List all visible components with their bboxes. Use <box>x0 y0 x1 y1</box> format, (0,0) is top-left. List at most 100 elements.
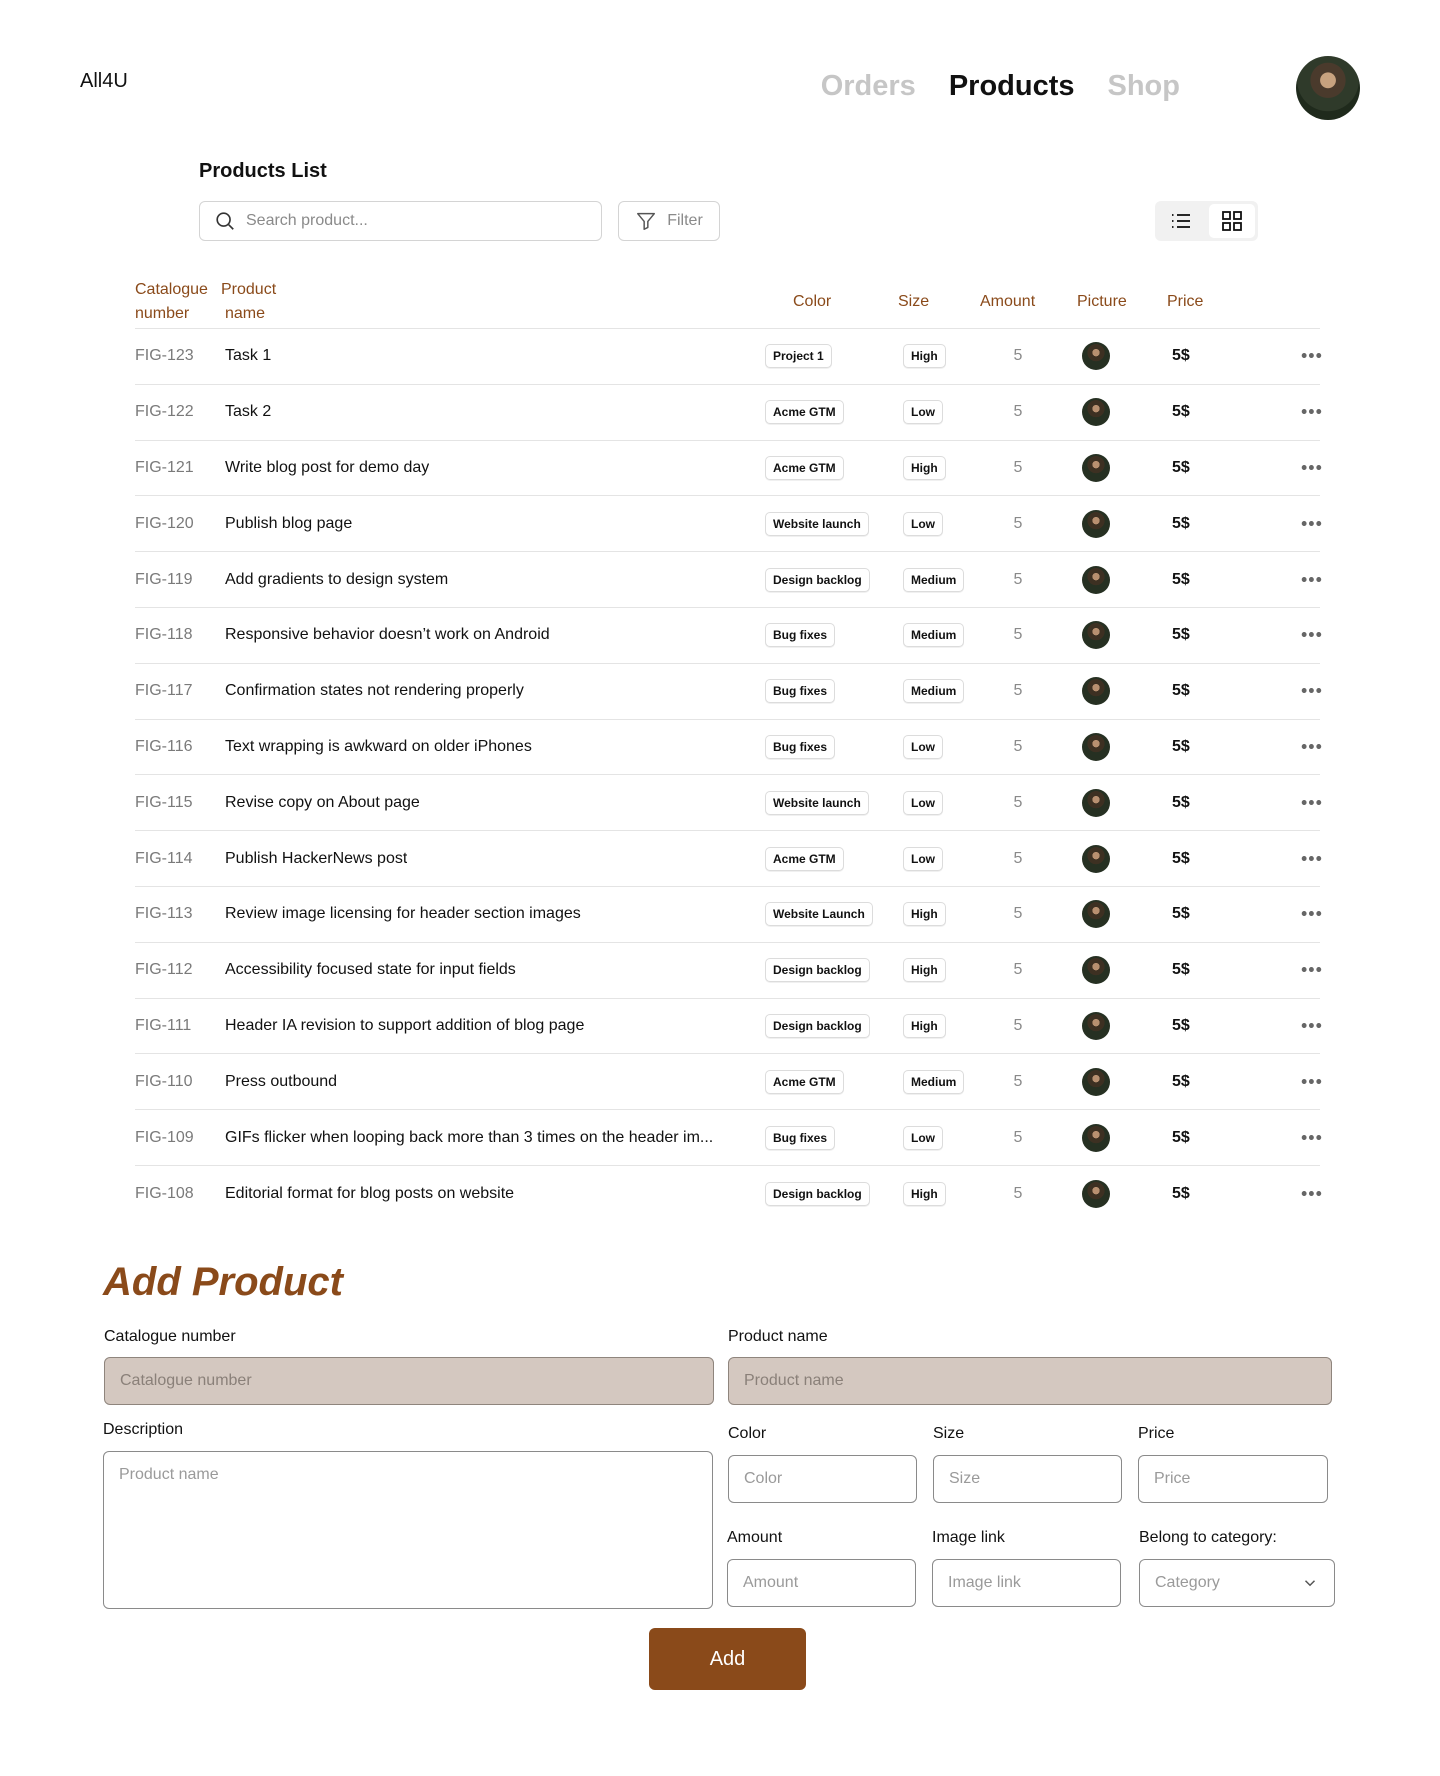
product-name: Review image licensing for header sectio… <box>225 905 581 923</box>
color-input[interactable] <box>728 1455 917 1503</box>
more-options-icon[interactable]: ••• <box>1301 1127 1323 1148</box>
more-options-icon[interactable]: ••• <box>1301 904 1323 925</box>
amount-value: 5 <box>1013 1072 1023 1090</box>
nav-shop[interactable]: Shop <box>1108 70 1181 103</box>
product-thumbnail <box>1082 788 1110 817</box>
color-badge: Acme GTM <box>765 1069 844 1094</box>
table-row[interactable]: FIG-121 Write blog post for demo day Acme … <box>135 441 1323 497</box>
table-row[interactable]: FIG-120 Publish blog page Website launch Lo… <box>135 496 1323 553</box>
size-badge: Low <box>903 790 943 815</box>
product-thumbnail <box>1082 398 1110 427</box>
list-icon <box>1172 214 1191 228</box>
product-name-input[interactable] <box>728 1357 1332 1405</box>
more-options-icon[interactable]: ••• <box>1301 346 1323 367</box>
grid-view-button[interactable] <box>1208 204 1255 238</box>
catalogue-number: FIG-119 <box>135 570 193 588</box>
search-input[interactable] <box>246 212 586 230</box>
nav-products[interactable]: Products <box>949 70 1075 103</box>
more-options-icon[interactable]: ••• <box>1301 1071 1323 1092</box>
catalogue-number: FIG-118 <box>135 626 193 644</box>
more-options-icon[interactable]: ••• <box>1301 1015 1323 1036</box>
more-options-icon[interactable]: ••• <box>1301 681 1323 702</box>
price-value: 5$ <box>1172 849 1190 867</box>
price-value: 5$ <box>1172 514 1190 532</box>
table-row[interactable]: FIG-117 Confirmation states not rendering… <box>135 664 1323 720</box>
list-view-button[interactable] <box>1158 204 1205 238</box>
chevron-down-icon <box>1304 1580 1316 1587</box>
search-box <box>199 201 602 241</box>
nav-orders[interactable]: Orders <box>821 70 916 103</box>
price-value: 5$ <box>1172 1072 1190 1090</box>
color-label: Color <box>728 1425 767 1442</box>
col-catalogue-line1: Catalogue <box>135 281 208 298</box>
table-row[interactable]: FIG-113 Review image licensing for header… <box>135 887 1323 943</box>
more-options-icon[interactable]: ••• <box>1301 792 1323 813</box>
more-options-icon[interactable]: ••• <box>1301 736 1323 757</box>
col-size: Size <box>898 293 930 310</box>
table-row[interactable]: FIG-111 Header IA revision to support add… <box>135 999 1323 1055</box>
filter-button[interactable]: Filter <box>618 201 720 241</box>
more-options-icon[interactable]: ••• <box>1301 457 1323 478</box>
table-row[interactable]: FIG-108 Editorial format for blog posts o… <box>135 1166 1323 1222</box>
table-row[interactable]: FIG-119 Add gradients to design system Des… <box>135 552 1323 608</box>
amount-value: 5 <box>1013 682 1023 700</box>
category-value: Category <box>1155 1574 1220 1591</box>
more-options-icon[interactable]: ••• <box>1301 848 1323 869</box>
size-badge: High <box>903 958 946 983</box>
description-input[interactable] <box>103 1451 713 1609</box>
product-thumbnail <box>1082 509 1110 538</box>
amount-value: 5 <box>1013 458 1023 476</box>
image-link-input[interactable] <box>932 1559 1121 1607</box>
more-options-icon[interactable]: ••• <box>1301 402 1323 423</box>
table-row[interactable]: FIG-118 Responsive behavior doesn’t work … <box>135 608 1323 664</box>
catalogue-input[interactable] <box>104 1357 714 1405</box>
user-avatar[interactable] <box>1296 56 1360 120</box>
more-options-icon[interactable]: ••• <box>1301 569 1323 590</box>
product-thumbnail <box>1082 844 1110 873</box>
price-value: 5$ <box>1172 1184 1190 1202</box>
table-row[interactable]: FIG-112 Accessibility focused state for i… <box>135 943 1323 999</box>
price-value: 5$ <box>1172 793 1190 811</box>
color-badge: Design backlog <box>765 1181 870 1206</box>
category-select[interactable]: Category <box>1139 1559 1335 1607</box>
size-badge: Medium <box>903 1069 965 1094</box>
table-row[interactable]: FIG-123 Task 1 Project 1 High 5 5$ ••• <box>135 329 1323 385</box>
color-badge: Bug fixes <box>765 623 836 648</box>
size-badge: High <box>903 1181 946 1206</box>
amount-value: 5 <box>1013 570 1023 588</box>
size-label: Size <box>933 1425 965 1442</box>
size-input[interactable] <box>933 1455 1122 1503</box>
product-thumbnail <box>1082 1067 1110 1096</box>
add-product-title: Add Product <box>103 1260 343 1304</box>
more-options-icon[interactable]: ••• <box>1301 513 1323 534</box>
col-name: Product name <box>221 278 276 326</box>
more-options-icon[interactable]: ••• <box>1301 960 1323 981</box>
more-options-icon[interactable]: ••• <box>1301 1183 1323 1204</box>
more-options-icon[interactable]: ••• <box>1301 625 1323 646</box>
size-badge: High <box>903 344 946 369</box>
price-input[interactable] <box>1138 1455 1328 1503</box>
table-row[interactable]: FIG-114 Publish HackerNews post Acme GTM Lo… <box>135 831 1323 887</box>
table-row[interactable]: FIG-110 Press outbound Acme GTM Medium 5 5$ ••… <box>135 1054 1323 1111</box>
amount-value: 5 <box>1013 793 1023 811</box>
size-badge: High <box>903 1013 946 1038</box>
catalogue-number: FIG-117 <box>135 682 193 700</box>
filter-label: Filter <box>667 212 703 229</box>
table-row[interactable]: FIG-109 GIFs flicker when looping back mo… <box>135 1110 1323 1166</box>
amount-value: 5 <box>1013 1128 1023 1146</box>
amount-input[interactable] <box>727 1559 916 1607</box>
product-name: Revise copy on About page <box>225 793 420 811</box>
col-amount: Amount <box>980 293 1036 310</box>
table-row[interactable]: FIG-116 Text wrapping is awkward on older… <box>135 720 1323 776</box>
table-row[interactable]: FIG-122 Task 2 Acme GTM Low 5 5$ ••• <box>135 385 1323 441</box>
product-name: Publish blog page <box>225 514 353 532</box>
price-value: 5$ <box>1172 403 1190 421</box>
size-badge: Low <box>903 400 943 425</box>
product-name: Press outbound <box>225 1072 338 1090</box>
catalogue-number: FIG-122 <box>135 403 194 421</box>
table-row[interactable]: FIG-115 Revise copy on About page Website … <box>135 775 1323 832</box>
add-button[interactable]: Add <box>649 1628 806 1690</box>
product-name: Text wrapping is awkward on older iPhone… <box>225 737 532 755</box>
product-thumbnail <box>1082 621 1110 650</box>
size-badge: Low <box>903 734 943 759</box>
